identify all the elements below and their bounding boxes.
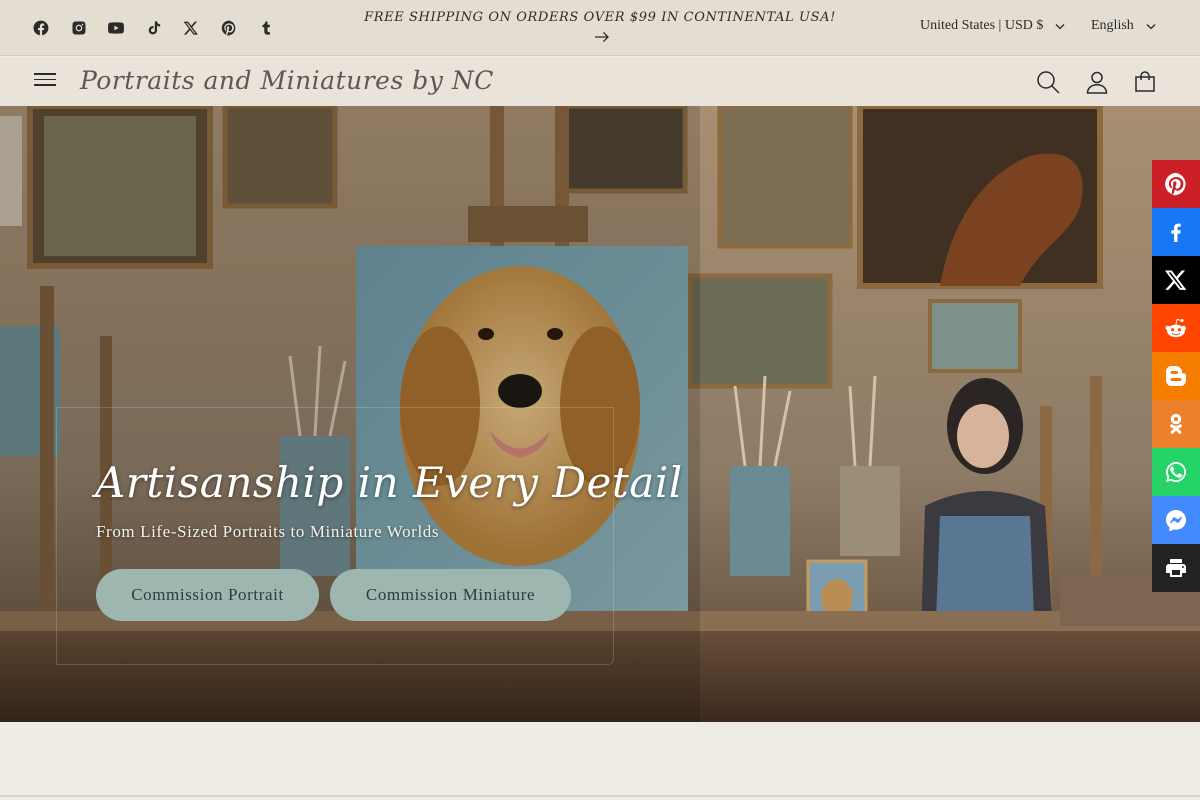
messenger-icon <box>1166 510 1186 532</box>
x-icon[interactable] <box>178 16 204 40</box>
share-messenger-button[interactable] <box>1152 496 1200 544</box>
menu-icon[interactable] <box>34 70 58 92</box>
share-pinterest-button[interactable] <box>1152 160 1200 208</box>
country-selector[interactable]: United States | USD $ <box>920 18 1065 34</box>
tumblr-icon[interactable] <box>253 16 279 40</box>
language-label: English <box>1091 18 1134 33</box>
instagram-icon[interactable] <box>66 16 92 40</box>
share-print-button[interactable] <box>1152 544 1200 592</box>
cart-icon[interactable] <box>1132 69 1158 95</box>
search-icon[interactable] <box>1035 69 1061 95</box>
chevron-down-icon <box>1055 23 1065 29</box>
account-icon[interactable] <box>1084 69 1110 95</box>
share-x-button[interactable] <box>1152 256 1200 304</box>
chevron-down-icon <box>1146 23 1156 29</box>
pinterest-icon[interactable] <box>216 16 242 40</box>
commission-miniature-button[interactable]: Commission Miniature <box>330 569 571 621</box>
x-icon <box>1164 270 1187 290</box>
share-whatsapp-button[interactable] <box>1152 448 1200 496</box>
arrow-right-icon[interactable] <box>592 30 612 44</box>
hero-banner: Artisanship in Every Detail From Life-Si… <box>0 106 1200 722</box>
commission-portrait-button[interactable]: Commission Portrait <box>96 569 319 621</box>
promo-text[interactable]: FREE SHIPPING ON ORDERS OVER $99 IN CONT… <box>360 10 840 25</box>
facebook-icon <box>1171 223 1181 242</box>
share-facebook-button[interactable] <box>1152 208 1200 256</box>
announcement-bar: FREE SHIPPING ON ORDERS OVER $99 IN CONT… <box>0 0 1200 56</box>
print-icon <box>1166 559 1186 577</box>
share-odnoklassniki-button[interactable] <box>1152 400 1200 448</box>
section-divider <box>0 795 1200 797</box>
hero-title: Artisanship in Every Detail <box>95 458 683 507</box>
pinterest-icon <box>1165 173 1186 196</box>
odnoklassniki-icon <box>1170 413 1182 434</box>
youtube-icon[interactable] <box>103 16 129 40</box>
tiktok-icon[interactable] <box>141 16 167 40</box>
share-bar <box>1152 160 1200 592</box>
hero-subtitle: From Life-Sized Portraits to Miniature W… <box>96 522 440 541</box>
language-selector[interactable]: English <box>1091 18 1156 34</box>
reddit-icon <box>1165 318 1187 338</box>
social-links <box>28 16 291 40</box>
site-header: Portraits and Miniatures by NC <box>0 57 1200 106</box>
brand-logo[interactable]: Portraits and Miniatures by NC <box>80 66 494 95</box>
share-reddit-button[interactable] <box>1152 304 1200 352</box>
facebook-icon[interactable] <box>28 16 54 40</box>
blogger-icon <box>1166 366 1186 386</box>
whatsapp-icon <box>1166 461 1187 482</box>
share-blogger-button[interactable] <box>1152 352 1200 400</box>
country-currency-label: United States | USD $ <box>920 18 1044 33</box>
